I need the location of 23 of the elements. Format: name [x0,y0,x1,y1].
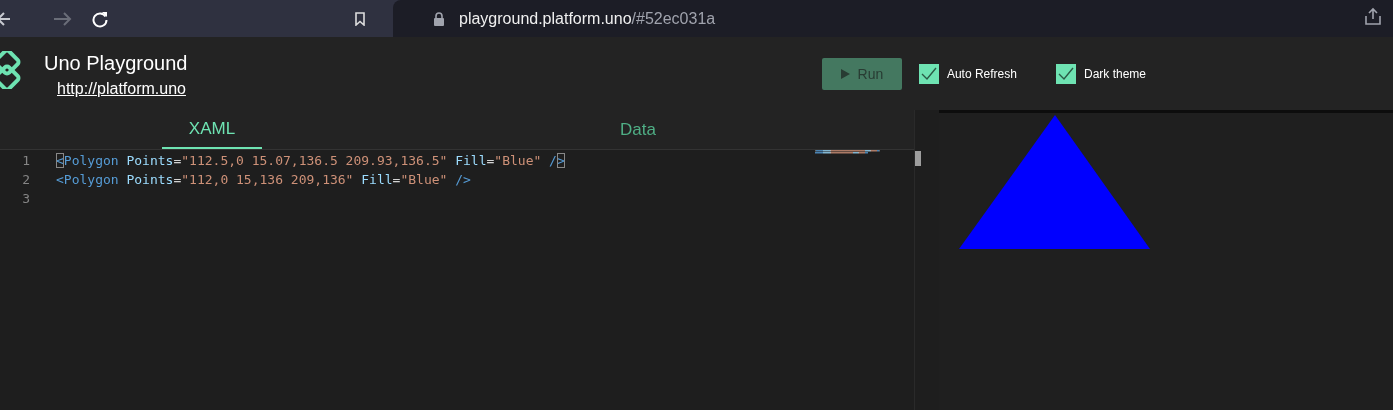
tab[interactable]: Data [588,110,688,149]
play-icon [840,69,850,79]
minimap [815,150,881,156]
bookmark-icon[interactable] [354,11,366,26]
website-link[interactable]: http://platform.uno [57,80,188,98]
reload-icon[interactable] [91,9,109,28]
address-bar[interactable]: playground.platform.uno/#52ec031a [393,0,1393,37]
line-number: 1 [21,153,30,168]
app-title: Uno Playground [44,51,188,75]
checkbox-label: Dark theme [1083,67,1146,81]
line-number: 3 [21,191,30,206]
checkbox[interactable] [918,64,939,84]
code-line: <Polygon Points="112.5,0 15.07,136.5 209.93,136.5" Fill="Blue" /> [56,153,565,168]
tab[interactable]: XAML [162,110,262,149]
share-icon[interactable] [1363,7,1383,27]
code-line: <Polygon Points="112,0 15,136 209,136" Fill="Blue" /> [56,172,471,187]
url-host: playground.platform.uno [459,9,632,28]
url-path: /#52ec031a [631,9,716,28]
lock-icon [433,11,445,26]
checkbox[interactable] [1055,64,1076,84]
line-number: 2 [21,172,30,187]
scrollbar-thumb[interactable] [915,151,921,166]
checkbox-label: Auto Refresh [946,67,1017,81]
